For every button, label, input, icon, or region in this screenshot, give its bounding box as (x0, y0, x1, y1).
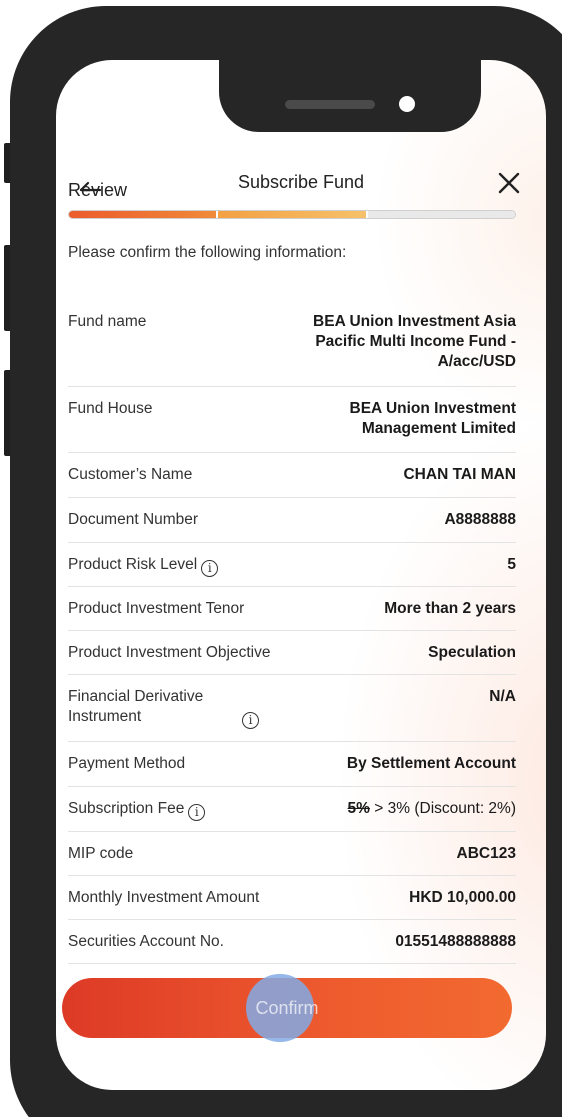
info-icon[interactable]: i (201, 559, 219, 577)
intro-text: Please confirm the following information… (68, 244, 347, 261)
row-mip-code: MIP code ABC123 (68, 832, 516, 876)
row-investment-tenor: Product Investment Tenor More than 2 yea… (68, 587, 516, 631)
row-label: Payment Method (68, 755, 186, 772)
row-value: N/A (489, 688, 516, 705)
row-label: MIP code (68, 845, 134, 862)
step-label: Review (68, 180, 128, 200)
fee-original: 5% (347, 800, 370, 817)
row-label: Product Risk Level i (68, 543, 219, 577)
row-securities-account: Securities Account No. 01551488888888 (68, 920, 516, 964)
progress-segment-2 (216, 211, 366, 218)
row-label: Customer’s Name (68, 466, 193, 483)
row-investment-objective: Product Investment Objective Speculation (68, 631, 516, 675)
fee-discounted: 3% (Discount: 2%) (387, 800, 516, 817)
row-value: 01551488888888 (395, 933, 516, 950)
row-product-risk-level: Product Risk Level i 5 (68, 543, 516, 587)
info-icon[interactable]: i (242, 711, 259, 729)
row-label: Document Number (68, 511, 199, 528)
row-label: Financial Derivative Instrument i (68, 675, 259, 729)
device-stage: Subscribe Fund Review Please confirm the… (0, 0, 562, 1117)
row-value: More than 2 years (384, 600, 516, 617)
row-financial-derivative: Financial Derivative Instrument i N/A (68, 675, 516, 742)
row-label: Subscription Fee i (68, 787, 206, 821)
row-label: Fund House (68, 400, 153, 417)
step-progress-bar (68, 210, 516, 219)
row-value: 5% > 3% (Discount: 2%) (348, 787, 516, 819)
row-value: HKD 10,000.00 (409, 889, 516, 906)
screen-content: Review Please confirm the following info… (46, 0, 536, 1117)
row-label: Monthly Investment Amount (68, 889, 260, 906)
row-value: BEA Union Investment Asia Pacific Multi … (313, 313, 516, 370)
row-fund-house: Fund House BEA Union Investment Manageme… (68, 387, 516, 453)
row-label: Fund name (68, 313, 147, 330)
info-icon[interactable]: i (188, 803, 206, 821)
row-payment-method: Payment Method By Settlement Account (68, 742, 516, 787)
row-value: 5 (507, 556, 516, 573)
row-value: CHAN TAI MAN (403, 466, 516, 483)
row-fund-name: Fund name BEA Union Investment Asia Paci… (68, 300, 516, 387)
row-value: ABC123 (456, 845, 516, 862)
row-document-number: Document Number A8888888 (68, 498, 516, 543)
row-label: Product Investment Objective (68, 644, 271, 661)
row-label: Securities Account No. (68, 933, 224, 950)
row-monthly-investment: Monthly Investment Amount HKD 10,000.00 (68, 876, 516, 920)
fee-arrow: > (374, 800, 384, 817)
row-label: Product Investment Tenor (68, 600, 245, 617)
row-subscription-fee: Subscription Fee i 5% > 3% (Discount: 2%) (68, 787, 516, 832)
confirm-button[interactable] (62, 978, 512, 1038)
row-value: A8888888 (444, 511, 516, 528)
row-value: BEA Union Investment Management Limited (349, 400, 517, 437)
row-value: By Settlement Account (346, 755, 516, 772)
row-value: Speculation (428, 644, 516, 661)
progress-segment-1 (69, 211, 217, 218)
row-customer-name: Customer’s Name CHAN TAI MAN (68, 453, 516, 498)
progress-segment-3 (365, 211, 515, 218)
review-details-list: Fund name BEA Union Investment Asia Paci… (68, 300, 516, 964)
